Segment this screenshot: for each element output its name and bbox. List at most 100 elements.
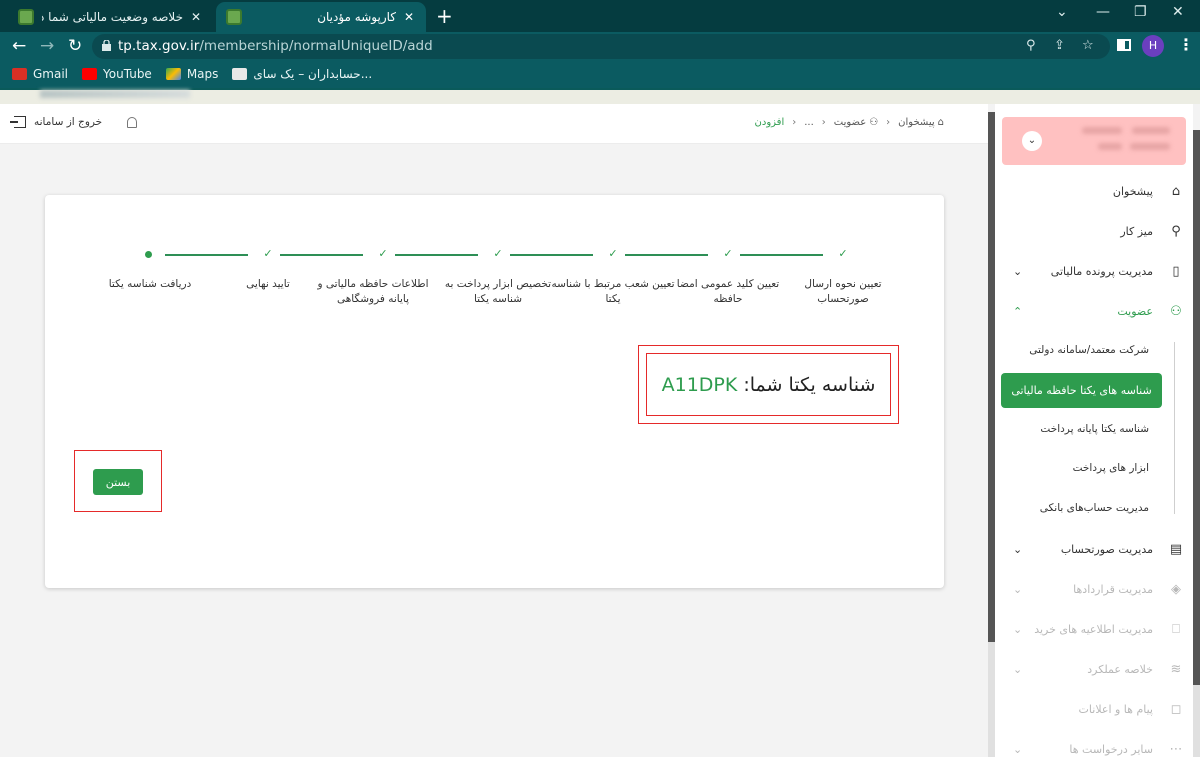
- notification-bell-icon[interactable]: [127, 117, 137, 128]
- main-scrollbar[interactable]: [988, 112, 995, 757]
- bookmark-label: Maps: [186, 67, 219, 81]
- sidebar-item-label: خلاصه عملکرد: [1087, 662, 1153, 676]
- close-window-button[interactable]: ✕: [1172, 4, 1184, 20]
- user-icon: ⚇: [1170, 303, 1182, 319]
- minimize-window-button[interactable]: —: [1096, 4, 1110, 20]
- step-3-label: تعیین شعب مرتبط با شناسه یکتا: [551, 278, 675, 305]
- step-3-check-icon: ✓: [608, 247, 618, 260]
- main-scrollbar-thumb[interactable]: [988, 112, 995, 642]
- breadcrumb-chevron-icon: ‹: [886, 117, 891, 128]
- bookmark-youtube[interactable]: YouTube: [82, 67, 152, 81]
- step-6-check-icon: ✓: [263, 247, 273, 260]
- document-icon: ▯: [1172, 263, 1180, 279]
- url-text: tp.tax.gov.ir/membership/normalUniqueID/…: [118, 38, 433, 54]
- side-panel-icon[interactable]: [1117, 39, 1131, 51]
- sidebar-item-performance-summary[interactable]: ≋ خلاصه عملکرد ⌄: [995, 657, 1193, 681]
- sidebar-item-tax-file-management[interactable]: ▯ مدیریت پرونده مالیاتی ⌄: [995, 259, 1193, 283]
- unique-id-label: شناسه یکتا شما:: [743, 373, 876, 396]
- sidebar-item-purchase-notices[interactable]: ⎕ مدیریت اطلاعیه های خرید ⌄: [995, 617, 1193, 641]
- bookmark-hesabdaran[interactable]: حسابداران – یک سای...: [232, 67, 372, 81]
- gmail-icon: [12, 68, 27, 80]
- profile-expand-chevron-icon[interactable]: ⌄: [1022, 131, 1042, 151]
- logout-icon: [10, 116, 26, 128]
- logout-button[interactable]: خروج از سامانه: [10, 116, 102, 128]
- page-topbar: خروج از سامانه ⌂ پیشخوان ‹ ⚇ عضویت ‹ ...…: [0, 104, 988, 144]
- unique-id-value: A11DPK: [661, 373, 738, 396]
- blurred-user-role: [1130, 143, 1170, 150]
- close-button[interactable]: بستن: [93, 469, 143, 495]
- browser-tab-taxpayer-portal[interactable]: کارپوشه مؤدیان ✕: [216, 2, 426, 32]
- sidebar-item-messages[interactable]: ◻ پیام ها و اعلانات: [995, 697, 1193, 721]
- blurred-user-name: [1132, 127, 1170, 134]
- sidebar-scrollbar[interactable]: [1193, 130, 1200, 757]
- sidebar-item-other-requests[interactable]: ⋯ سایر درخواست ها ⌄: [995, 737, 1193, 757]
- bookmark-star-icon[interactable]: ☆: [1082, 38, 1094, 53]
- breadcrumb-label: پیشخوان: [898, 117, 935, 128]
- browser-tab-strip: خلاصه وضعیت مالیاتی شما در نظا ✕ کارپوشه…: [0, 0, 1200, 32]
- sidebar-scrollbar-thumb[interactable]: [1193, 130, 1200, 685]
- site-favicon-icon: [226, 9, 242, 25]
- sidebar-item-invoice-management[interactable]: ▤ مدیریت صورتحساب ⌄: [995, 537, 1193, 561]
- submenu-payment-terminal-unique-id[interactable]: شناسه یکتا پایانه پرداخت: [1040, 423, 1149, 435]
- forward-button[interactable]: →: [40, 36, 54, 56]
- tab-search-chevron-icon[interactable]: ⌄: [1056, 4, 1068, 20]
- address-bar[interactable]: tp.tax.gov.ir/membership/normalUniqueID/…: [92, 34, 1110, 59]
- submenu-tax-memory-unique-ids[interactable]: شناسه های یکتا حافظه مالیاتی: [1001, 373, 1162, 408]
- step-connector: [740, 254, 823, 256]
- tab-close-icon[interactable]: ✕: [400, 10, 418, 24]
- user-icon: ⚇: [869, 117, 879, 128]
- zoom-out-icon[interactable]: ⚲: [1026, 38, 1036, 53]
- sidebar-item-membership[interactable]: ⚇ عضویت ⌃: [995, 299, 1193, 323]
- submenu-trusted-company[interactable]: شرکت معتمد/سامانه دولتی: [1029, 344, 1149, 356]
- sidebar-item-workspace[interactable]: ⚲ میز کار: [995, 219, 1193, 243]
- submenu-payment-tools[interactable]: ابزار های پرداخت: [1073, 462, 1149, 474]
- submenu-divider-line: [1174, 342, 1175, 514]
- site-header-banner: [0, 88, 1200, 104]
- step-connector: [395, 254, 478, 256]
- step-4-label: تخصیص ابزار پرداخت به شناسه یکتا: [444, 278, 552, 305]
- chevron-down-icon: ⌄: [1013, 582, 1023, 596]
- restore-window-button[interactable]: ❐: [1134, 4, 1147, 20]
- sidebar-item-label: مدیریت پرونده مالیاتی: [1050, 264, 1153, 278]
- youtube-icon: [82, 68, 98, 80]
- sidebar-item-dashboard[interactable]: ⌂ پیشخوان: [995, 179, 1193, 203]
- step-connector: [165, 254, 248, 256]
- sidebar-item-contracts[interactable]: ◈ مدیریت قراردادها ⌄: [995, 577, 1193, 601]
- step-4-check-icon: ✓: [493, 247, 503, 260]
- breadcrumb-label: عضویت: [833, 117, 867, 128]
- step-5-check-icon: ✓: [378, 247, 388, 260]
- chevron-down-icon: ⌄: [1013, 742, 1023, 756]
- bookmark-label: حسابداران – یک سای...: [253, 67, 373, 81]
- breadcrumb: ⌂ پیشخوان ‹ ⚇ عضویت ‹ ... ‹ افزودن: [755, 117, 944, 128]
- more-requests-icon: ⋯: [1169, 741, 1183, 757]
- breadcrumb-dashboard[interactable]: ⌂ پیشخوان: [898, 117, 944, 128]
- bookmarks-bar: Gmail YouTube Maps حسابداران – یک سای...: [0, 60, 1200, 88]
- url-host: tp.tax.gov.ir: [118, 38, 200, 54]
- step-2-check-icon: ✓: [723, 247, 733, 260]
- chevron-down-icon: ⌄: [1013, 622, 1023, 636]
- user-profile-card: ⌄: [1002, 117, 1186, 165]
- share-icon[interactable]: ⇪: [1054, 38, 1065, 53]
- sidebar-item-label: عضویت: [1117, 304, 1153, 318]
- step-1-label: تعیین نحوه ارسال صورتحساب: [804, 278, 882, 305]
- home-icon: ⌂: [1171, 183, 1181, 199]
- new-tab-button[interactable]: +: [436, 4, 453, 28]
- bookmark-maps[interactable]: Maps: [165, 67, 219, 81]
- breadcrumb-membership[interactable]: ⚇ عضویت: [834, 117, 878, 128]
- tab-close-icon[interactable]: ✕: [187, 10, 205, 24]
- breadcrumb-ellipsis[interactable]: ...: [804, 117, 814, 128]
- browser-menu-icon[interactable]: ⋮: [1178, 35, 1194, 54]
- invoice-icon: ▤: [1169, 541, 1183, 557]
- browser-tab-tax-summary[interactable]: خلاصه وضعیت مالیاتی شما در نظا ✕: [8, 2, 213, 32]
- close-button-highlight-frame: بستن: [74, 450, 162, 512]
- submenu-bank-accounts[interactable]: مدیریت حساب‌های بانکی: [1040, 502, 1149, 514]
- profile-avatar[interactable]: H: [1142, 35, 1164, 57]
- back-button[interactable]: ←: [12, 36, 26, 56]
- step-connector: [510, 254, 593, 256]
- bookmark-gmail[interactable]: Gmail: [12, 67, 68, 81]
- contract-icon: ◈: [1171, 581, 1181, 597]
- step-1-check-icon: ✓: [838, 247, 848, 260]
- reload-button[interactable]: ↻: [68, 36, 82, 56]
- url-path: /membership/normalUniqueID/add: [199, 38, 433, 54]
- tab-title: خلاصه وضعیت مالیاتی شما در نظا: [42, 10, 183, 24]
